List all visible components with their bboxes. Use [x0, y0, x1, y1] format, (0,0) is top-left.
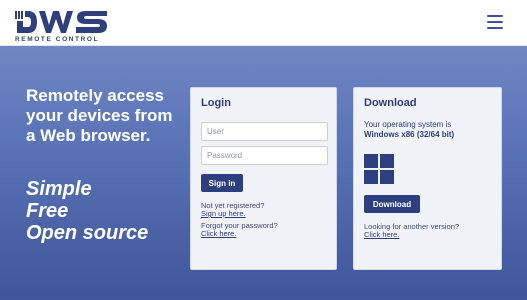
forgot-password-link[interactable]: Click here. [201, 230, 236, 238]
menu-bar-middle [487, 21, 503, 23]
windows-logo-icon [364, 154, 394, 184]
os-label: Your operating system is [364, 120, 452, 129]
login-title: Login [201, 97, 231, 109]
user-input[interactable] [201, 122, 328, 141]
menu-bar-bottom [487, 27, 503, 29]
slogan-open-source: Open source [26, 222, 149, 244]
sign-in-button[interactable]: Sign in [201, 174, 243, 192]
login-card: Login Sign in Not yet registered? Sign u… [190, 87, 337, 270]
dws-logo-mark [15, 11, 107, 33]
os-name: Windows x86 (32/64 bit) [364, 130, 455, 139]
password-input[interactable] [201, 146, 328, 165]
logo-subtitle: REMOTE CONTROL [15, 36, 100, 43]
sign-up-link[interactable]: Sign up here. [201, 210, 246, 218]
hamburger-menu-icon[interactable] [487, 15, 503, 29]
slogan-free: Free [26, 200, 69, 222]
download-button[interactable]: Download [364, 195, 420, 213]
download-title: Download [364, 97, 417, 109]
download-card: Download Your operating system is Window… [353, 87, 502, 270]
menu-bar-top [487, 15, 503, 17]
dws-logo[interactable]: REMOTE CONTROL [14, 5, 114, 43]
site-header: REMOTE CONTROL [0, 0, 527, 46]
hero-tagline: Remotely access your devices from a Web … [26, 86, 173, 145]
hero-slogan: Simple Free Open source [26, 178, 148, 244]
slogan-simple: Simple [26, 178, 92, 200]
another-version-link[interactable]: Click here. [364, 231, 399, 239]
